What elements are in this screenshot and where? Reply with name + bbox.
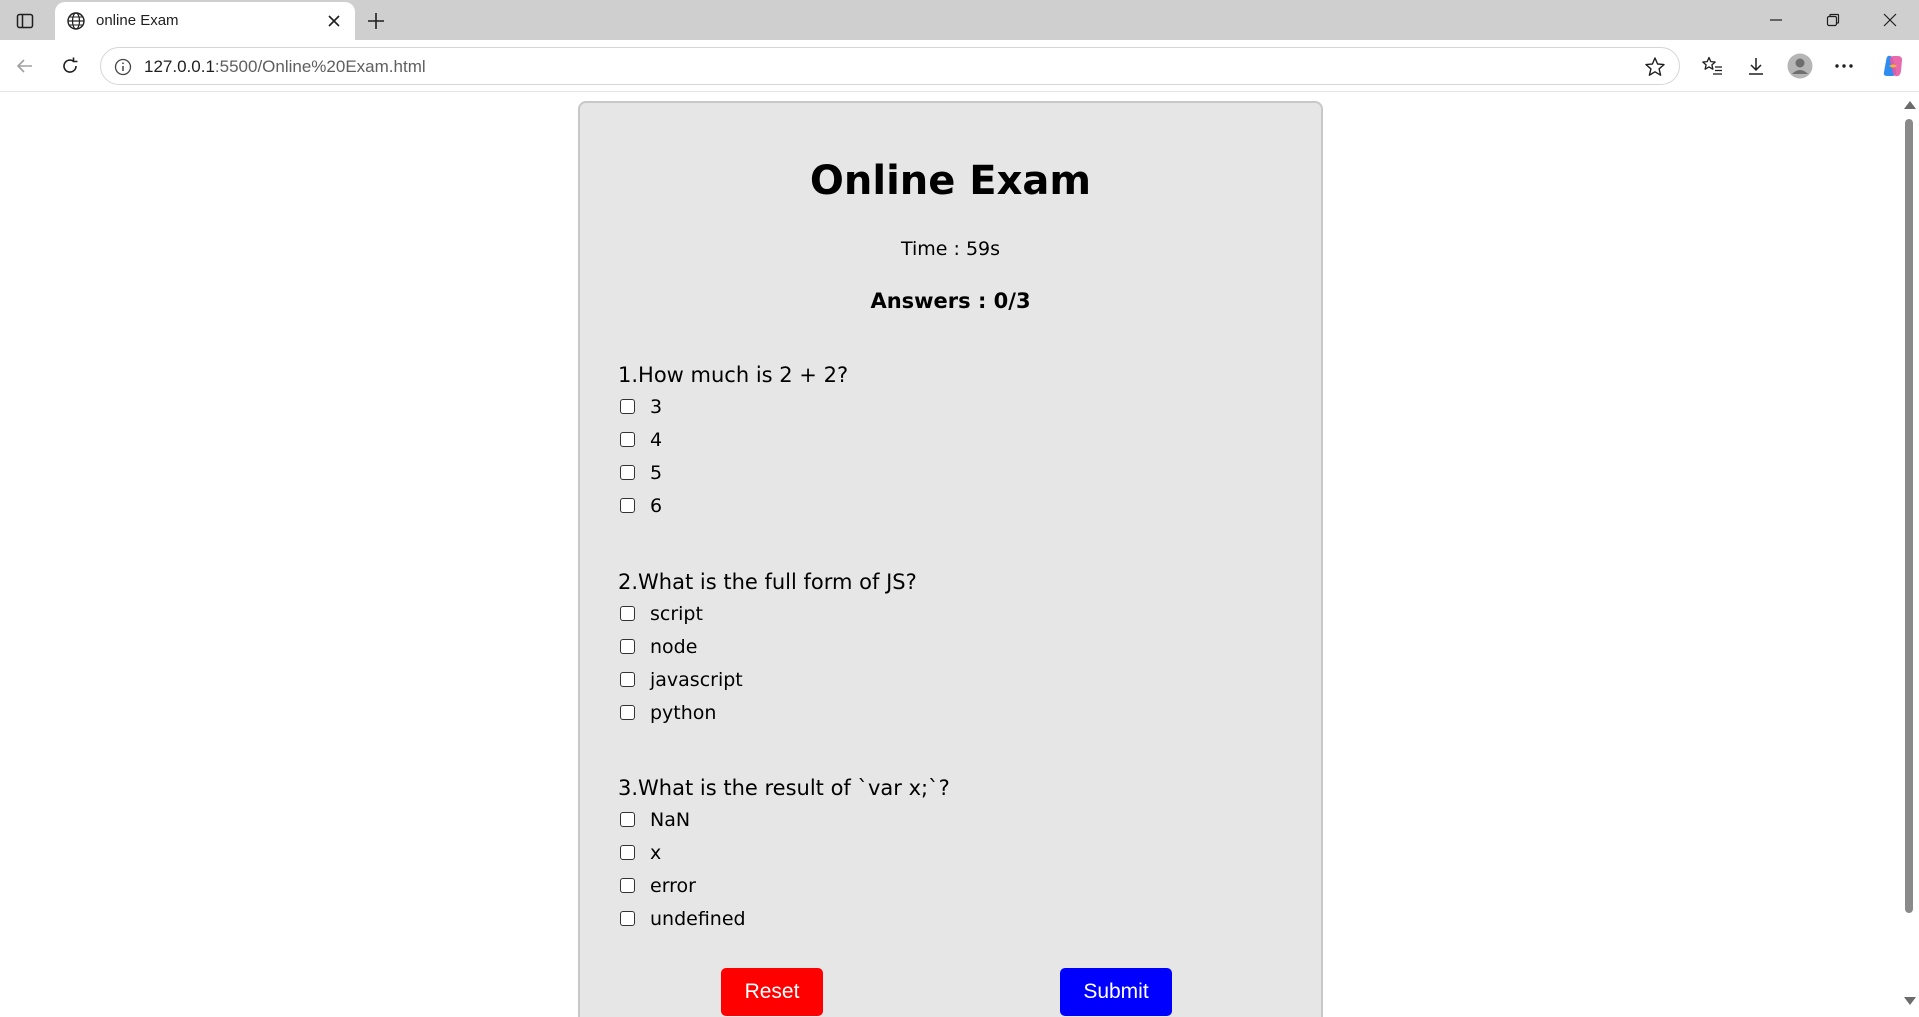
submit-button[interactable]: Submit <box>1060 968 1172 1016</box>
scroll-thumb[interactable] <box>1905 119 1913 913</box>
address-bar[interactable]: 127.0.0.1:5500/Online%20Exam.html <box>100 47 1680 85</box>
question-text: 1.How much is 2 + 2? <box>618 363 849 387</box>
option-label: error <box>650 874 696 897</box>
timer-text: Time : 59s <box>900 238 1001 260</box>
question-2: 2.What is the full form of JS? script no… <box>618 567 917 729</box>
info-icon[interactable] <box>113 57 133 77</box>
browser-toolbar: 127.0.0.1:5500/Online%20Exam.html <box>0 40 1919 92</box>
option-label: NaN <box>650 808 691 831</box>
restore-icon[interactable] <box>1813 5 1853 35</box>
option-checkbox[interactable] <box>620 432 635 447</box>
plus-icon[interactable] <box>361 6 391 36</box>
option-label: 6 <box>650 494 663 517</box>
close-icon[interactable] <box>323 10 345 32</box>
question-text: 2.What is the full form of JS? <box>618 570 917 594</box>
option-checkbox[interactable] <box>620 465 635 480</box>
answers-counter: Answers : 0/3 <box>870 289 1031 313</box>
option-checkbox[interactable] <box>620 498 635 513</box>
question-3: 3.What is the result of `var x;`? NaN x … <box>618 773 950 935</box>
option-label: 4 <box>650 428 663 451</box>
page-viewport: Online Exam Time : 59s Answers : 0/3 1.H… <box>5 93 1899 1017</box>
option-row[interactable]: undefined <box>618 902 950 935</box>
page-scrollbar[interactable] <box>1899 93 1919 1017</box>
question-text: 3.What is the result of `var x;`? <box>618 776 950 800</box>
option-row[interactable]: script <box>618 597 917 630</box>
profile-icon[interactable] <box>1785 51 1815 81</box>
option-label: python <box>650 701 717 724</box>
more-icon[interactable] <box>1829 51 1859 81</box>
option-checkbox[interactable] <box>620 639 635 654</box>
tab-title: online Exam <box>96 12 179 29</box>
star-icon[interactable] <box>1643 55 1667 79</box>
option-checkbox[interactable] <box>620 606 635 621</box>
scroll-up-icon[interactable] <box>1904 101 1916 109</box>
scroll-down-icon[interactable] <box>1904 997 1916 1005</box>
option-row[interactable]: NaN <box>618 803 950 836</box>
sidebar-toggle-icon[interactable] <box>12 8 38 34</box>
option-row[interactable]: python <box>618 696 917 729</box>
reset-button[interactable]: Reset <box>721 968 823 1016</box>
question-1: 1.How much is 2 + 2? 3 4 5 6 <box>618 360 848 522</box>
page-title: Online Exam <box>809 158 1092 204</box>
option-row[interactable]: javascript <box>618 663 917 696</box>
option-row[interactable]: node <box>618 630 917 663</box>
tab-bar: online Exam <box>0 0 1919 40</box>
option-label: javascript <box>650 668 743 691</box>
option-checkbox[interactable] <box>620 672 635 687</box>
option-row[interactable]: 4 <box>618 423 848 456</box>
option-label: 3 <box>650 395 663 418</box>
option-row[interactable]: 6 <box>618 489 848 522</box>
option-label: node <box>650 635 698 658</box>
option-checkbox[interactable] <box>620 705 635 720</box>
download-icon[interactable] <box>1741 51 1771 81</box>
option-checkbox[interactable] <box>620 878 635 893</box>
exam-card: Online Exam Time : 59s Answers : 0/3 1.H… <box>578 101 1323 1017</box>
window-close-icon[interactable] <box>1870 5 1910 35</box>
option-label: undefined <box>650 907 746 930</box>
reload-icon[interactable] <box>55 51 85 81</box>
globe-icon <box>63 8 89 34</box>
option-row[interactable]: 3 <box>618 390 848 423</box>
tab-online-exam[interactable]: online Exam <box>55 2 355 40</box>
option-row[interactable]: x <box>618 836 950 869</box>
copilot-icon[interactable] <box>1878 51 1908 81</box>
option-label: 5 <box>650 461 663 484</box>
option-checkbox[interactable] <box>620 845 635 860</box>
url-path: :5500/Online%20Exam.html <box>214 57 426 76</box>
favorites-icon[interactable] <box>1697 51 1727 81</box>
url-text: 127.0.0.1:5500/Online%20Exam.html <box>144 57 426 77</box>
option-checkbox[interactable] <box>620 911 635 926</box>
back-arrow-icon[interactable] <box>10 51 40 81</box>
option-label: script <box>650 602 703 625</box>
minimize-icon[interactable] <box>1756 5 1796 35</box>
option-label: x <box>650 841 662 864</box>
option-row[interactable]: 5 <box>618 456 848 489</box>
option-checkbox[interactable] <box>620 812 635 827</box>
option-row[interactable]: error <box>618 869 950 902</box>
url-host: 127.0.0.1 <box>144 57 215 76</box>
option-checkbox[interactable] <box>620 399 635 414</box>
